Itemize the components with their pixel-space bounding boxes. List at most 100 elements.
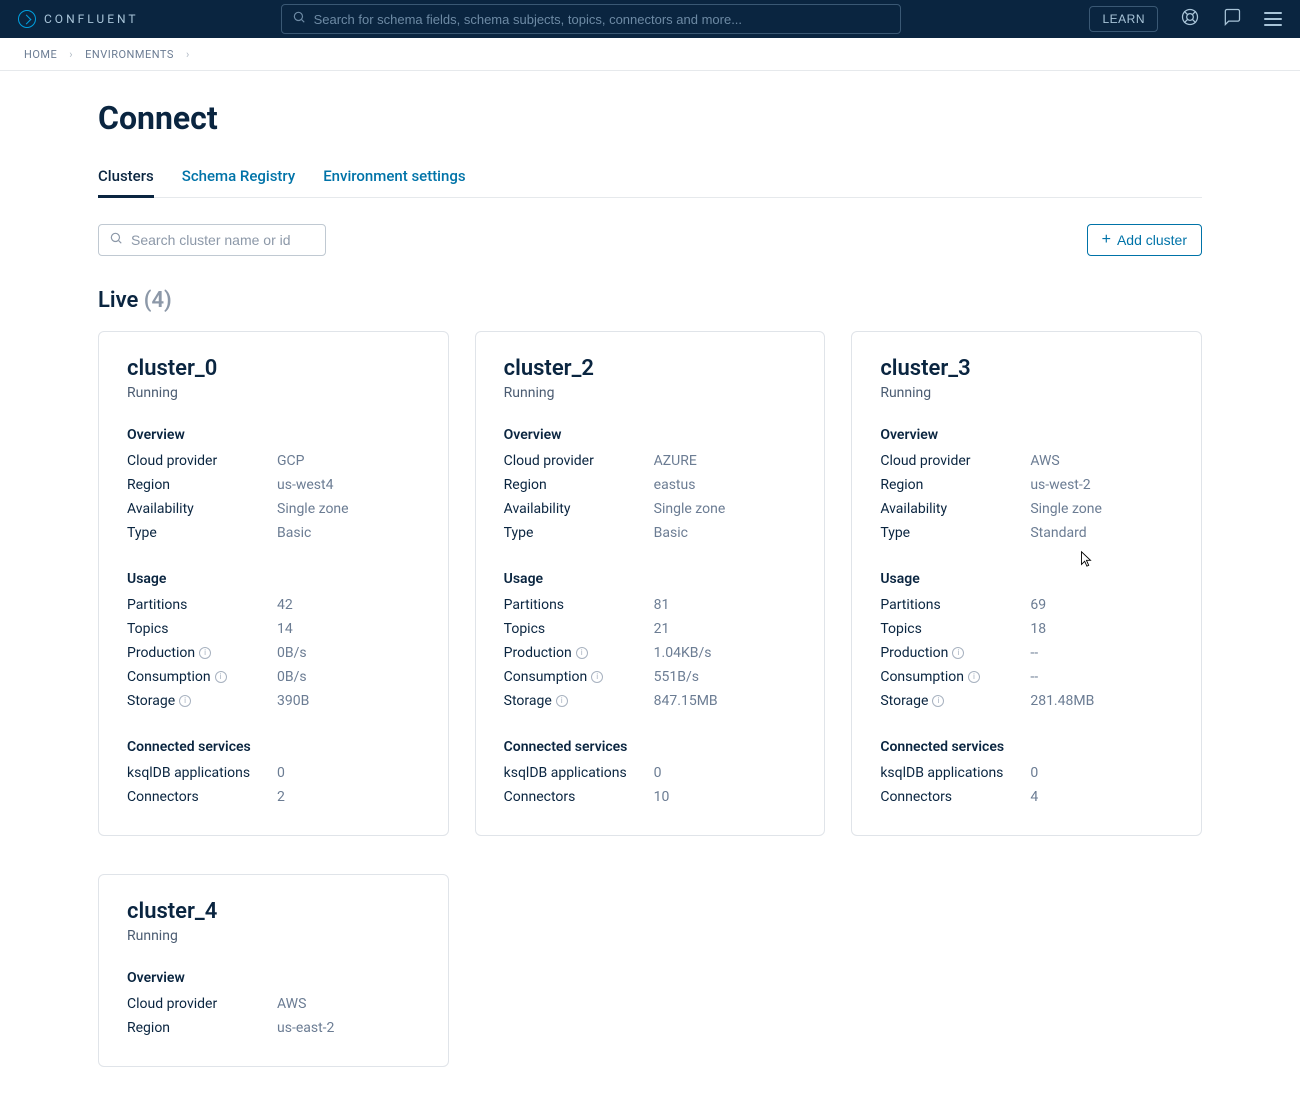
cluster-card[interactable]: cluster_2RunningOverviewCloud providerAZ… [475,331,826,836]
chevron-right-icon: › [69,48,73,61]
page-title: Connect [98,99,1202,137]
info-icon: i [952,647,964,659]
row-value: 42 [277,597,293,613]
row-label: Region [127,477,277,493]
card-usage: UsagePartitions42Topics14Production i0B/… [127,571,420,713]
card-row: Regionus-west-2 [880,473,1173,497]
card-usage: UsagePartitions69Topics18Production i--C… [880,571,1173,713]
row-value: AWS [1030,453,1059,469]
breadcrumb-environments[interactable]: ENVIRONMENTS [85,48,174,61]
connected-heading: Connected services [880,739,1173,755]
cluster-name: cluster_4 [127,899,420,924]
cluster-status: Running [880,385,1173,401]
card-row: Regionus-west4 [127,473,420,497]
card-row: Storage i847.15MB [504,689,797,713]
add-cluster-label: Add cluster [1117,232,1187,248]
card-overview: OverviewCloud providerAWSRegionus-east-2 [127,970,420,1040]
row-value: Standard [1030,525,1086,541]
brand-mark-icon [18,10,36,28]
row-value: 69 [1030,597,1046,613]
learn-button[interactable]: LEARN [1089,6,1158,32]
card-row: Connectors10 [504,785,797,809]
row-label: Connectors [880,789,1030,805]
live-section-heading: Live (4) [98,288,1202,313]
info-icon: i [932,695,944,707]
top-nav: CONFLUENT LEARN [0,0,1300,38]
clusters-toolbar: + Add cluster [98,224,1202,256]
row-label: Availability [127,501,277,517]
env-tabs: Clusters Schema Registry Environment set… [98,167,1202,198]
row-label: Cloud provider [127,996,277,1012]
card-row: AvailabilitySingle zone [880,497,1173,521]
row-label: Storage i [504,693,654,709]
global-search-box[interactable] [281,4,901,34]
card-row: AvailabilitySingle zone [504,497,797,521]
row-label: Connectors [504,789,654,805]
card-row: Regioneastus [504,473,797,497]
connected-heading: Connected services [504,739,797,755]
usage-heading: Usage [127,571,420,587]
section-count: (4) [144,288,172,313]
card-row: Consumption i551B/s [504,665,797,689]
cluster-card[interactable]: cluster_3RunningOverviewCloud providerAW… [851,331,1202,836]
card-overview: OverviewCloud providerAWSRegionus-west-2… [880,427,1173,545]
cluster-cards-row-2: cluster_4RunningOverviewCloud providerAW… [98,874,1202,1067]
row-value: Single zone [654,501,726,517]
info-icon: i [199,647,211,659]
cluster-name: cluster_0 [127,356,420,381]
row-value: 0 [277,765,285,781]
info-icon: i [179,695,191,707]
card-row: TypeStandard [880,521,1173,545]
row-label: Region [880,477,1030,493]
card-row: Production i0B/s [127,641,420,665]
card-row: Regionus-east-2 [127,1016,420,1040]
row-label: Cloud provider [504,453,654,469]
card-row: Topics18 [880,617,1173,641]
cluster-card[interactable]: cluster_4RunningOverviewCloud providerAW… [98,874,449,1067]
row-value: us-east-2 [277,1020,334,1036]
row-label: Topics [127,621,277,637]
global-search-input[interactable] [314,12,890,27]
row-label: Region [127,1020,277,1036]
tab-schema-registry[interactable]: Schema Registry [182,167,295,197]
card-row: Topics21 [504,617,797,641]
row-value: 390B [277,693,309,709]
row-label: Production i [127,645,277,661]
add-cluster-button[interactable]: + Add cluster [1087,224,1202,256]
row-label: Availability [880,501,1030,517]
cluster-search-box[interactable] [98,224,326,256]
row-label: Partitions [880,597,1030,613]
plus-icon: + [1102,233,1111,247]
row-label: Cloud provider [127,453,277,469]
row-label: ksqlDB applications [880,765,1030,781]
card-row: Storage i390B [127,689,420,713]
row-value: 0 [654,765,662,781]
cluster-card[interactable]: cluster_0RunningOverviewCloud providerGC… [98,331,449,836]
card-row: ksqlDB applications0 [880,761,1173,785]
tab-clusters[interactable]: Clusters [98,167,154,198]
row-label: Topics [504,621,654,637]
row-value: 551B/s [654,669,699,685]
card-row: Cloud providerGCP [127,449,420,473]
cluster-search-input[interactable] [131,232,315,248]
row-value: 4 [1030,789,1038,805]
row-label: Cloud provider [880,453,1030,469]
brand-text: CONFLUENT [44,12,139,26]
card-row: AvailabilitySingle zone [127,497,420,521]
row-value: 18 [1030,621,1046,637]
tab-environment-settings[interactable]: Environment settings [323,167,465,197]
menu-icon[interactable] [1264,12,1282,26]
breadcrumb-home[interactable]: HOME [24,48,57,61]
row-label: Production i [880,645,1030,661]
row-label: Type [127,525,277,541]
card-row: Partitions69 [880,593,1173,617]
chat-icon[interactable] [1222,7,1242,31]
row-value: Single zone [1030,501,1102,517]
brand-logo[interactable]: CONFLUENT [18,10,139,28]
support-icon[interactable] [1180,7,1200,31]
row-value: 2 [277,789,285,805]
card-row: Partitions81 [504,593,797,617]
card-row: Partitions42 [127,593,420,617]
row-value: Single zone [277,501,349,517]
top-right-actions: LEARN [1089,6,1282,32]
